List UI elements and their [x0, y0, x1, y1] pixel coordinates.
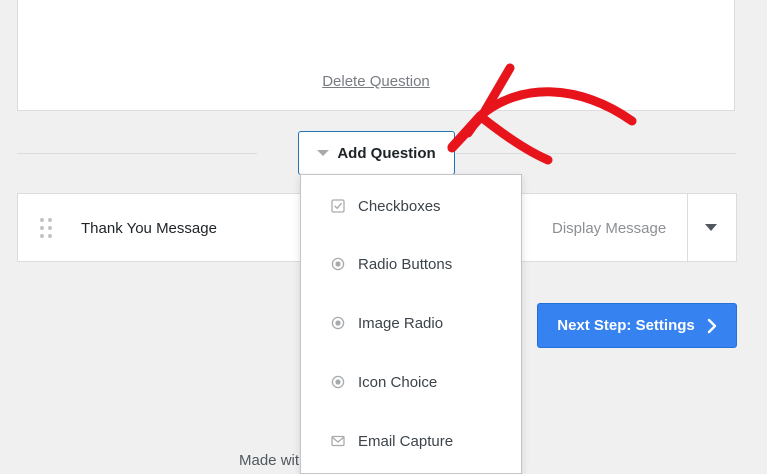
question-type-menu: Checkboxes Radio Buttons Image Radio Ico… — [300, 174, 522, 474]
footer-credit: Made wit — [239, 452, 300, 469]
row-divider — [687, 194, 688, 261]
radio-icon — [331, 257, 345, 271]
menu-item-label: Checkboxes — [358, 197, 441, 215]
menu-item-label: Radio Buttons — [358, 255, 453, 273]
question-card: Delete Question — [17, 0, 735, 111]
next-step-label: Next Step: Settings — [557, 317, 695, 334]
menu-item-icon-choice[interactable]: Icon Choice — [301, 362, 521, 402]
chevron-right-icon — [707, 318, 716, 333]
menu-item-email-capture[interactable]: Email Capture — [301, 421, 521, 461]
divider-right — [456, 153, 736, 154]
checkbox-icon — [331, 199, 345, 213]
menu-item-label: Email Capture — [358, 432, 454, 450]
menu-item-label: Image Radio — [358, 314, 444, 332]
delete-question-link[interactable]: Delete Question — [18, 73, 734, 90]
add-question-label: Add Question — [337, 144, 436, 162]
next-step-button[interactable]: Next Step: Settings — [537, 303, 737, 348]
menu-item-checkboxes[interactable]: Checkboxes — [301, 186, 521, 226]
question-type: Display Message — [552, 220, 667, 237]
radio-icon — [331, 316, 345, 330]
question-title: Thank You Message — [81, 220, 217, 237]
menu-item-radio-buttons[interactable]: Radio Buttons — [301, 244, 521, 284]
caret-down-icon — [317, 150, 330, 156]
radio-icon — [331, 375, 345, 389]
drag-handle-icon[interactable] — [40, 218, 54, 238]
menu-item-image-radio[interactable]: Image Radio — [301, 303, 521, 343]
menu-item-label: Icon Choice — [358, 373, 438, 391]
add-question-button[interactable]: Add Question — [298, 131, 455, 175]
expand-toggle-icon[interactable] — [705, 224, 717, 231]
envelope-icon — [331, 434, 345, 448]
divider-left — [17, 153, 257, 154]
